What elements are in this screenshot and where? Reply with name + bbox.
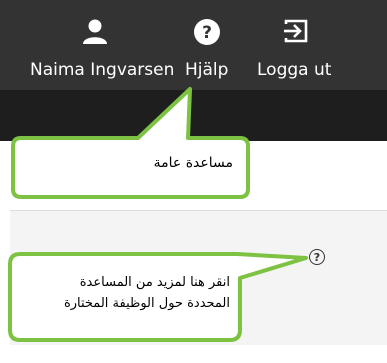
specific-help-line-1: انقر هنا لمزيد من المساعدة [79,275,230,290]
general-help-callout-bubble [11,87,250,199]
specific-help-line-2: المحددة حول الوظيفة المختارة [63,296,230,311]
general-help-callout-text: مساعدة عامة [153,155,233,171]
specific-help-callout-text: انقر هنا لمزيد من المساعدة المحددة حول ا… [18,272,230,314]
